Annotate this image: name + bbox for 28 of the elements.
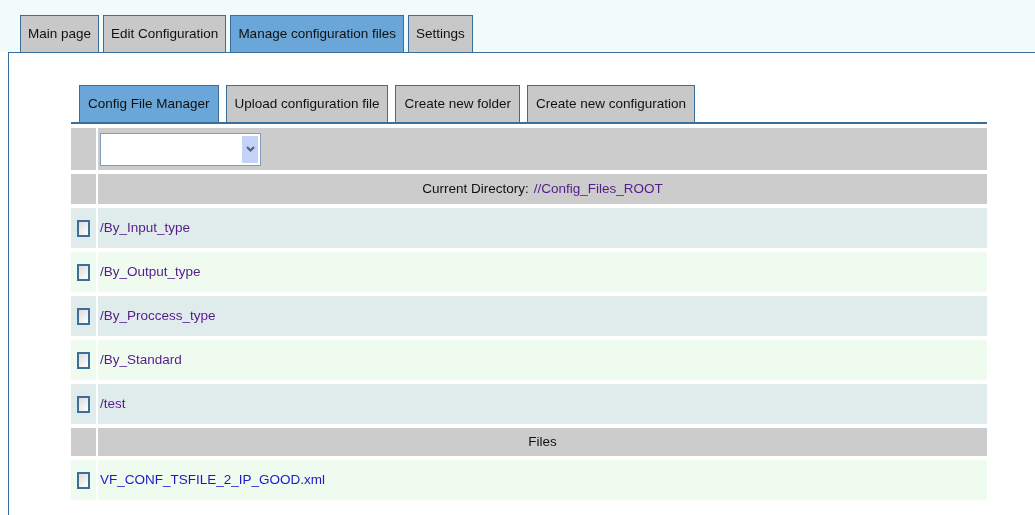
subtab[interactable]: Config File Manager [79,85,219,122]
dropdown[interactable] [100,132,261,166]
checkbox[interactable] [77,471,90,489]
tab[interactable]: Manage configuration files [230,15,404,52]
file-link[interactable]: VF_CONF_TSFILE_2_IP_GOOD.xml [100,469,326,491]
file-link[interactable]: /By_Output_type [100,261,201,283]
checkbox[interactable] [77,395,90,413]
section-header: Files [528,432,557,451]
chevron-down-icon [245,146,255,152]
directory-label: Current Directory: [422,179,529,198]
file-link[interactable]: /By_Standard [100,349,182,371]
file-link[interactable]: /test [100,393,126,415]
file-link[interactable]: /By_Input_type [100,217,191,239]
checkbox[interactable] [77,219,90,237]
subtab[interactable]: Upload configuration file [225,85,389,122]
directory-link[interactable]: //Config_Files_ROOT [533,178,663,200]
tab[interactable]: Settings [408,15,473,52]
table-cell [71,428,96,456]
checkbox[interactable] [77,263,90,281]
tab[interactable]: Edit Configuration [103,15,227,52]
checkbox[interactable] [77,307,90,325]
table-cell [71,174,96,204]
subtab[interactable]: Create new configuration [526,85,696,122]
checkbox[interactable] [77,351,90,369]
file-link[interactable]: /By_Proccess_type [100,305,216,327]
subtab[interactable]: Create new folder [395,85,520,122]
tab[interactable]: Main page [20,15,100,52]
table-cell [71,128,96,170]
